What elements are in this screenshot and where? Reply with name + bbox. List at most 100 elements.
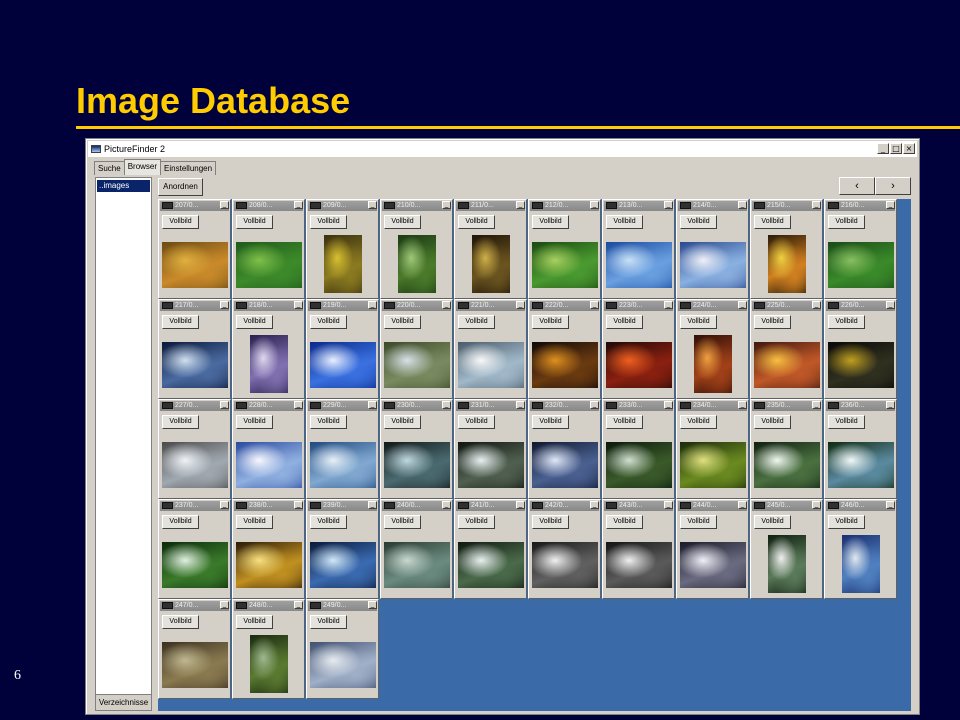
thumbnail-image[interactable] (310, 342, 376, 388)
thumbnail-image[interactable] (324, 235, 362, 293)
fullscreen-button[interactable]: Vollbild (162, 315, 199, 329)
thumbnail-card[interactable]: 215/0... _ Vollbild (750, 199, 823, 299)
thumbnail-card[interactable]: 213/0... _ Vollbild (602, 199, 675, 299)
fullscreen-button[interactable]: Vollbild (310, 615, 347, 629)
thumbnail-minimize-button[interactable]: _ (886, 301, 895, 309)
tab-suche[interactable]: Suche (94, 161, 125, 175)
thumbnail-image[interactable] (532, 342, 598, 388)
fullscreen-button[interactable]: Vollbild (310, 415, 347, 429)
thumbnail-image[interactable] (828, 442, 894, 488)
thumbnail-image[interactable] (162, 542, 228, 588)
minimize-button[interactable]: _ (877, 143, 889, 154)
thumbnail-card[interactable]: 238/0... _ Vollbild (232, 499, 305, 599)
thumbnail-image[interactable] (754, 342, 820, 388)
fullscreen-button[interactable]: Vollbild (236, 215, 273, 229)
thumbnail-card[interactable]: 242/0... _ Vollbild (528, 499, 601, 599)
thumbnail-card[interactable]: 229/0... _ Vollbild (306, 399, 379, 499)
thumbnail-card[interactable]: 241/0... _ Vollbild (454, 499, 527, 599)
thumbnail-minimize-button[interactable]: _ (516, 201, 525, 209)
thumbnail-image[interactable] (458, 442, 524, 488)
thumbnail-minimize-button[interactable]: _ (812, 401, 821, 409)
thumbnail-card[interactable]: 221/0... _ Vollbild (454, 299, 527, 399)
thumbnail-image[interactable] (680, 442, 746, 488)
fullscreen-button[interactable]: Vollbild (606, 315, 643, 329)
thumbnail-card[interactable]: 220/0... _ Vollbild (380, 299, 453, 399)
thumbnail-minimize-button[interactable]: _ (220, 401, 229, 409)
fullscreen-button[interactable]: Vollbild (384, 315, 421, 329)
thumbnail-minimize-button[interactable]: _ (368, 501, 377, 509)
fullscreen-button[interactable]: Vollbild (236, 515, 273, 529)
thumbnail-image[interactable] (236, 542, 302, 588)
thumbnail-card[interactable]: 223/0... _ Vollbild (602, 299, 675, 399)
window-titlebar[interactable]: PictureFinder 2 _ □ × (88, 141, 917, 157)
fullscreen-button[interactable]: Vollbild (828, 315, 865, 329)
thumbnail-card[interactable]: 217/0... _ Vollbild (158, 299, 231, 399)
thumbnail-image[interactable] (162, 242, 228, 288)
fullscreen-button[interactable]: Vollbild (236, 615, 273, 629)
thumbnail-image[interactable] (472, 235, 510, 293)
thumbnail-card[interactable]: 240/0... _ Vollbild (380, 499, 453, 599)
fullscreen-button[interactable]: Vollbild (162, 215, 199, 229)
thumbnail-image[interactable] (162, 642, 228, 688)
thumbnail-minimize-button[interactable]: _ (738, 201, 747, 209)
fullscreen-button[interactable]: Vollbild (680, 515, 717, 529)
fullscreen-button[interactable]: Vollbild (458, 315, 495, 329)
fullscreen-button[interactable]: Vollbild (680, 415, 717, 429)
tab-browser[interactable]: Browser (123, 159, 162, 175)
thumbnail-image[interactable] (532, 442, 598, 488)
thumbnail-minimize-button[interactable]: _ (812, 301, 821, 309)
thumbnail-minimize-button[interactable]: _ (442, 401, 451, 409)
thumbnail-image[interactable] (162, 442, 228, 488)
thumbnail-image[interactable] (680, 542, 746, 588)
thumbnail-image[interactable] (606, 242, 672, 288)
thumbnail-card[interactable]: 225/0... _ Vollbild (750, 299, 823, 399)
thumbnail-minimize-button[interactable]: _ (664, 301, 673, 309)
thumbnail-minimize-button[interactable]: _ (368, 301, 377, 309)
fullscreen-button[interactable]: Vollbild (828, 415, 865, 429)
fullscreen-button[interactable]: Vollbild (310, 215, 347, 229)
thumbnail-card[interactable]: 232/0... _ Vollbild (528, 399, 601, 499)
thumbnail-card[interactable]: 224/0... _ Vollbild (676, 299, 749, 399)
thumbnail-image[interactable] (768, 535, 806, 593)
thumbnail-minimize-button[interactable]: _ (220, 501, 229, 509)
thumbnail-image[interactable] (842, 535, 880, 593)
thumbnail-card[interactable]: 246/0... _ Vollbild (824, 499, 897, 599)
thumbnail-card[interactable]: 249/0... _ Vollbild (306, 599, 379, 699)
fullscreen-button[interactable]: Vollbild (606, 215, 643, 229)
thumbnail-card[interactable]: 211/0... _ Vollbild (454, 199, 527, 299)
thumbnail-minimize-button[interactable]: _ (738, 501, 747, 509)
thumbnail-minimize-button[interactable]: _ (442, 201, 451, 209)
thumbnail-card[interactable]: 231/0... _ Vollbild (454, 399, 527, 499)
fullscreen-button[interactable]: Vollbild (458, 515, 495, 529)
thumbnail-minimize-button[interactable]: _ (220, 201, 229, 209)
thumbnail-image[interactable] (680, 242, 746, 288)
thumbnail-card[interactable]: 236/0... _ Vollbild (824, 399, 897, 499)
maximize-button[interactable]: □ (890, 143, 902, 154)
fullscreen-button[interactable]: Vollbild (754, 315, 791, 329)
thumbnail-card[interactable]: 209/0... _ Vollbild (306, 199, 379, 299)
thumbnail-minimize-button[interactable]: _ (442, 501, 451, 509)
thumbnail-image[interactable] (768, 235, 806, 293)
fullscreen-button[interactable]: Vollbild (680, 315, 717, 329)
thumbnail-image[interactable] (310, 442, 376, 488)
thumbnail-minimize-button[interactable]: _ (664, 401, 673, 409)
fullscreen-button[interactable]: Vollbild (384, 215, 421, 229)
fullscreen-button[interactable]: Vollbild (532, 215, 569, 229)
thumbnail-minimize-button[interactable]: _ (886, 501, 895, 509)
thumbnail-card[interactable]: 210/0... _ Vollbild (380, 199, 453, 299)
tree-item-images[interactable]: ..images (97, 180, 150, 192)
thumbnail-minimize-button[interactable]: _ (738, 301, 747, 309)
thumbnail-image[interactable] (398, 235, 436, 293)
tab-einstellungen[interactable]: Einstellungen (160, 161, 217, 175)
thumbnail-minimize-button[interactable]: _ (664, 201, 673, 209)
thumbnail-image[interactable] (384, 442, 450, 488)
thumbnail-card[interactable]: 207/0... _ Vollbild (158, 199, 231, 299)
fullscreen-button[interactable]: Vollbild (828, 515, 865, 529)
thumbnail-card[interactable]: 218/0... _ Vollbild (232, 299, 305, 399)
fullscreen-button[interactable]: Vollbild (754, 415, 791, 429)
thumbnail-card[interactable]: 226/0... _ Vollbild (824, 299, 897, 399)
fullscreen-button[interactable]: Vollbild (236, 315, 273, 329)
thumbnail-minimize-button[interactable]: _ (294, 201, 303, 209)
fullscreen-button[interactable]: Vollbild (532, 315, 569, 329)
thumbnail-minimize-button[interactable]: _ (738, 401, 747, 409)
